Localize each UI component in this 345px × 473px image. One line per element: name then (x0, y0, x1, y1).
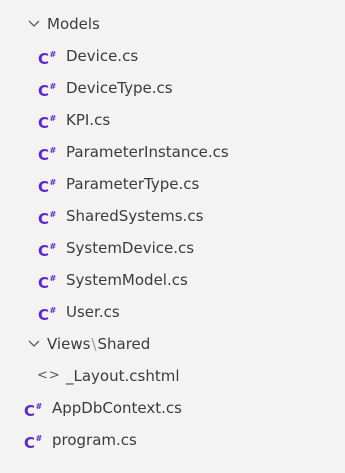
file-item[interactable]: C# KPI.cs (0, 104, 345, 136)
file-item[interactable]: C# ParameterType.cs (0, 168, 345, 200)
file-label: KPI.cs (66, 111, 111, 129)
chevron-down-icon[interactable] (28, 328, 40, 360)
csharp-file-icon: C# (24, 402, 42, 420)
file-item[interactable]: C# ParameterInstance.cs (0, 136, 345, 168)
file-item[interactable]: <> _Layout.cshtml (0, 360, 345, 392)
file-label: AppDbContext.cs (52, 399, 182, 417)
csharp-file-icon: C# (38, 82, 56, 100)
csharp-file-icon: C# (38, 50, 56, 68)
file-item[interactable]: C# AppDbContext.cs (0, 392, 345, 424)
csharp-file-icon: C# (38, 274, 56, 292)
chevron-down-icon[interactable] (28, 8, 40, 40)
file-label: SystemModel.cs (66, 271, 188, 289)
file-label: _Layout.cshtml (66, 367, 180, 385)
file-label: ParameterInstance.cs (66, 143, 229, 161)
csharp-file-icon: C# (24, 434, 42, 452)
file-item[interactable]: C# Device.cs (0, 40, 345, 72)
file-item[interactable]: C# DeviceType.cs (0, 72, 345, 104)
csharp-file-icon: C# (38, 210, 56, 228)
file-item[interactable]: C# SystemDevice.cs (0, 232, 345, 264)
csharp-file-icon: C# (38, 146, 56, 164)
path-separator: \ (91, 335, 97, 353)
file-label: SharedSystems.cs (66, 207, 204, 225)
file-label: DeviceType.cs (66, 79, 173, 97)
folder-path-part: Views (47, 335, 91, 353)
folder-label: Models (47, 15, 100, 33)
file-item[interactable]: C# SystemModel.cs (0, 264, 345, 296)
file-label: program.cs (52, 431, 137, 449)
folder-models[interactable]: Models (0, 8, 345, 40)
html-file-icon: <> (37, 368, 61, 383)
folder-label: Views\Shared (47, 328, 150, 360)
folder-path-part: Shared (97, 335, 151, 353)
csharp-file-icon: C# (38, 242, 56, 260)
file-item[interactable]: C# SharedSystems.cs (0, 200, 345, 232)
csharp-file-icon: C# (38, 306, 56, 324)
file-label: Device.cs (66, 47, 139, 65)
csharp-file-icon: C# (38, 114, 56, 132)
csharp-file-icon: C# (38, 178, 56, 196)
file-label: User.cs (66, 303, 120, 321)
folder-views-shared[interactable]: Views\Shared (0, 328, 345, 360)
file-item[interactable]: C# program.cs (0, 424, 345, 456)
file-label: SystemDevice.cs (66, 239, 195, 257)
file-label: ParameterType.cs (66, 175, 200, 193)
file-item[interactable]: C# User.cs (0, 296, 345, 328)
file-explorer-tree: Models C# Device.cs C# DeviceType.cs C# … (0, 0, 345, 473)
